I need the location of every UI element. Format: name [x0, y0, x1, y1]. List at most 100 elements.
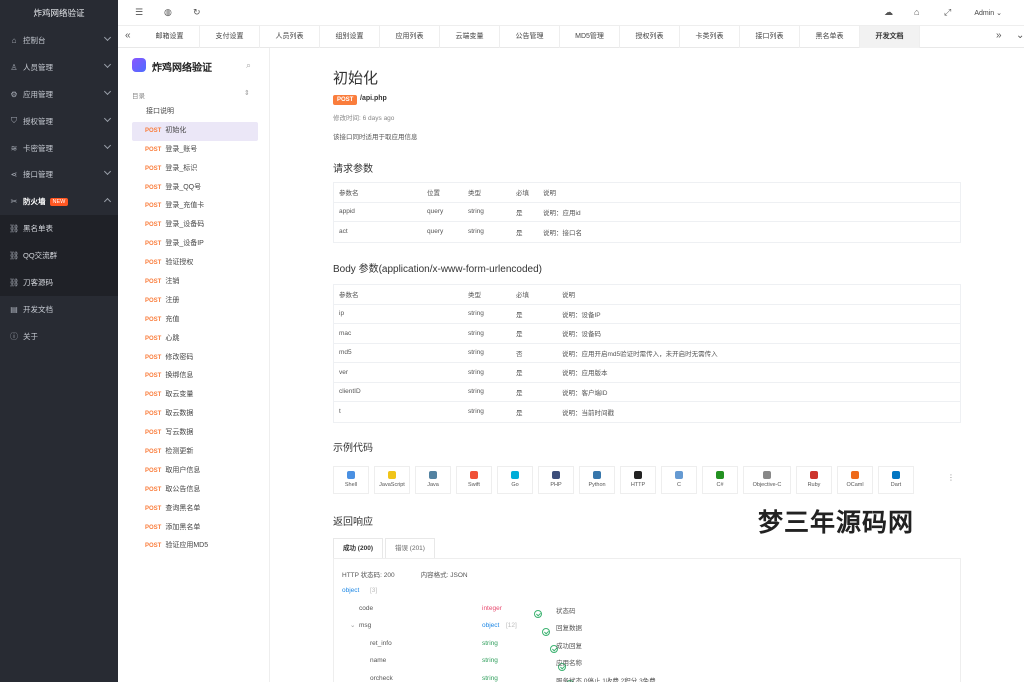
sidebar-item[interactable]: ≋ 卡密管理: [0, 135, 118, 162]
tab-6[interactable]: 云端变量: [440, 26, 500, 48]
field-name: orcheck: [370, 674, 393, 682]
method-tag: POST: [145, 335, 162, 342]
sidebar-item[interactable]: ⋖ 接口管理: [0, 161, 118, 188]
table-row: clientID string 是 说明：客户端ID: [334, 383, 960, 402]
tab-bar: « 邮箱设置 支付设置 人员列表 组别设置 应用列表 云端变量 公告管理 MD5管理 授权列表卡…: [118, 26, 1024, 48]
tab-8[interactable]: MD5管理: [560, 26, 620, 48]
language-icon: [429, 471, 437, 479]
sample-javascript-button[interactable]: JavaScript: [374, 466, 410, 494]
tab-5[interactable]: 应用列表: [380, 26, 440, 48]
tab-7[interactable]: 公告管理: [500, 26, 560, 48]
sidebar-item[interactable]: ⛓ QQ交流群: [0, 242, 118, 270]
more-icon[interactable]: ⋮: [947, 473, 955, 482]
doc-item[interactable]: POST 验证应用MD5: [132, 537, 258, 556]
doc-item[interactable]: POST 检测更新: [132, 443, 258, 462]
sample-php-button[interactable]: PHP: [538, 466, 574, 494]
sidebar-item[interactable]: ♙ 人员管理: [0, 54, 118, 81]
method-tag: POST: [145, 260, 162, 267]
tab-menu-chevron-icon[interactable]: ⌄: [1016, 30, 1024, 41]
sidebar-item[interactable]: ⛓ 黑名单表: [0, 215, 118, 243]
share-icon: ⋖: [10, 170, 18, 180]
sidebar: 炸鸡网络验证 ⌂ 控制台 ♙ 人员管理 ⚙ 应用管理 ⛉ 授权管理 ≋ 卡密管理 ⋖ 接口管理 ✂ 防火墙…: [0, 0, 118, 682]
globe-icon[interactable]: ◍: [164, 7, 172, 18]
theme-icon[interactable]: ☁: [884, 7, 893, 18]
sample-c-button[interactable]: C#: [702, 466, 738, 494]
shield-icon: ⛉: [11, 116, 17, 126]
tab-2[interactable]: 支付设置: [200, 26, 260, 48]
sidebar-item[interactable]: ⛉ 授权管理: [0, 108, 118, 135]
doc-item[interactable]: POST 登录_充值卡: [132, 197, 258, 216]
doc-item[interactable]: POST 验证授权: [132, 254, 258, 273]
doc-item[interactable]: POST 注销: [132, 273, 258, 292]
doc-item[interactable]: POST 注册: [132, 292, 258, 311]
sample-label: Swift: [468, 482, 480, 488]
doc-item[interactable]: POST 换绑信息: [132, 367, 258, 386]
tab-13[interactable]: 开发文档: [860, 26, 920, 48]
table-header-row: 参数名 位置 类型 必填 说明: [334, 183, 960, 203]
tag-icon[interactable]: ⌂: [914, 7, 919, 17]
tab-12[interactable]: 黑名单表: [800, 26, 860, 48]
search-icon[interactable]: ⌕: [246, 60, 251, 71]
doc-item[interactable]: POST 心跳: [132, 330, 258, 349]
sample-go-button[interactable]: Go: [497, 466, 533, 494]
doc-item[interactable]: POST 取公告信息: [132, 481, 258, 500]
fullscreen-icon[interactable]: ⤢: [944, 7, 951, 18]
doc-item[interactable]: POST 添加黑名单: [132, 519, 258, 538]
admin-menu[interactable]: Admin ⌄: [974, 9, 1002, 17]
response-tab[interactable]: 错误 (201): [384, 538, 435, 558]
expand-chevron-icon[interactable]: ⌄: [350, 621, 355, 629]
doc-item[interactable]: POST 初始化: [132, 121, 258, 141]
field-type: integer: [482, 604, 502, 612]
chevron-down-icon: [103, 60, 112, 68]
doc-item[interactable]: POST 登录_标识: [132, 160, 258, 179]
sample-c-button[interactable]: C: [661, 466, 697, 494]
doc-item-intro[interactable]: 接口说明: [132, 103, 258, 122]
sample-ruby-button[interactable]: Ruby: [796, 466, 832, 494]
body-params-table: 参数名 类型 必填 说明 ip string 是说明：设备IP mac string 是说明：设备…: [333, 284, 961, 423]
doc-item[interactable]: POST 修改密码: [132, 349, 258, 368]
sidebar-item[interactable]: ⛓ 刀客源码: [0, 269, 118, 296]
tab-10[interactable]: 卡类列表: [680, 26, 740, 48]
language-icon: [347, 471, 355, 479]
tab-1[interactable]: 邮箱设置: [140, 26, 200, 48]
doc-item[interactable]: POST 充值: [132, 311, 258, 330]
tab-4[interactable]: 组别设置: [320, 26, 380, 48]
refresh-icon[interactable]: ↻: [193, 7, 201, 18]
doc-item[interactable]: POST 取云变量: [132, 386, 258, 405]
method-tag: POST: [145, 241, 162, 248]
sample-swift-button[interactable]: Swift: [456, 466, 492, 494]
sidebar-item[interactable]: ⌂ 控制台: [0, 27, 118, 54]
doc-item[interactable]: POST 登录_设备IP: [132, 235, 258, 254]
tab-scroll-left-icon[interactable]: «: [125, 30, 131, 41]
sample-java-button[interactable]: Java: [415, 466, 451, 494]
collapse-icon[interactable]: ⇕: [244, 89, 250, 97]
sidebar-item[interactable]: ⓘ 关于: [0, 323, 118, 350]
doc-item[interactable]: POST 查询黑名单: [132, 500, 258, 519]
tab-11[interactable]: 接口列表: [740, 26, 800, 48]
doc-item[interactable]: POST 登录_设备码: [132, 216, 258, 235]
tab-9[interactable]: 授权列表: [620, 26, 680, 48]
table-cell: query: [427, 228, 444, 236]
doc-item[interactable]: POST 登录_QQ号: [132, 179, 258, 198]
menu-toggle-icon[interactable]: ☰: [135, 7, 143, 18]
method-tag: POST: [145, 279, 162, 286]
doc-item[interactable]: POST 取云数据: [132, 405, 258, 424]
sidebar-brand: 炸鸡网络验证: [33, 8, 85, 18]
tab-3[interactable]: 人员列表: [260, 26, 320, 48]
sample-http-button[interactable]: HTTP: [620, 466, 656, 494]
sample-ocaml-button[interactable]: OCaml: [837, 466, 873, 494]
response-tab[interactable]: 成功 (200): [333, 538, 383, 558]
sample-label: Ruby: [807, 482, 821, 488]
table-cell: t: [339, 408, 341, 416]
sidebar-item[interactable]: ⚙ 应用管理: [0, 81, 118, 108]
sample-dart-button[interactable]: Dart: [878, 466, 914, 494]
sample-objectivec-button[interactable]: Objective-C: [743, 466, 791, 494]
sidebar-item[interactable]: ▤ 开发文档: [0, 296, 118, 323]
sidebar-item[interactable]: ✂ 防火墙 NEW: [0, 188, 118, 215]
doc-item[interactable]: POST 登录_账号: [132, 141, 258, 160]
doc-item[interactable]: POST 写云数据: [132, 424, 258, 443]
doc-item[interactable]: POST 取用户信息: [132, 462, 258, 481]
tab-scroll-right-icon[interactable]: »: [996, 30, 1002, 41]
sample-python-button[interactable]: Python: [579, 466, 615, 494]
sample-shell-button[interactable]: Shell: [333, 466, 369, 494]
